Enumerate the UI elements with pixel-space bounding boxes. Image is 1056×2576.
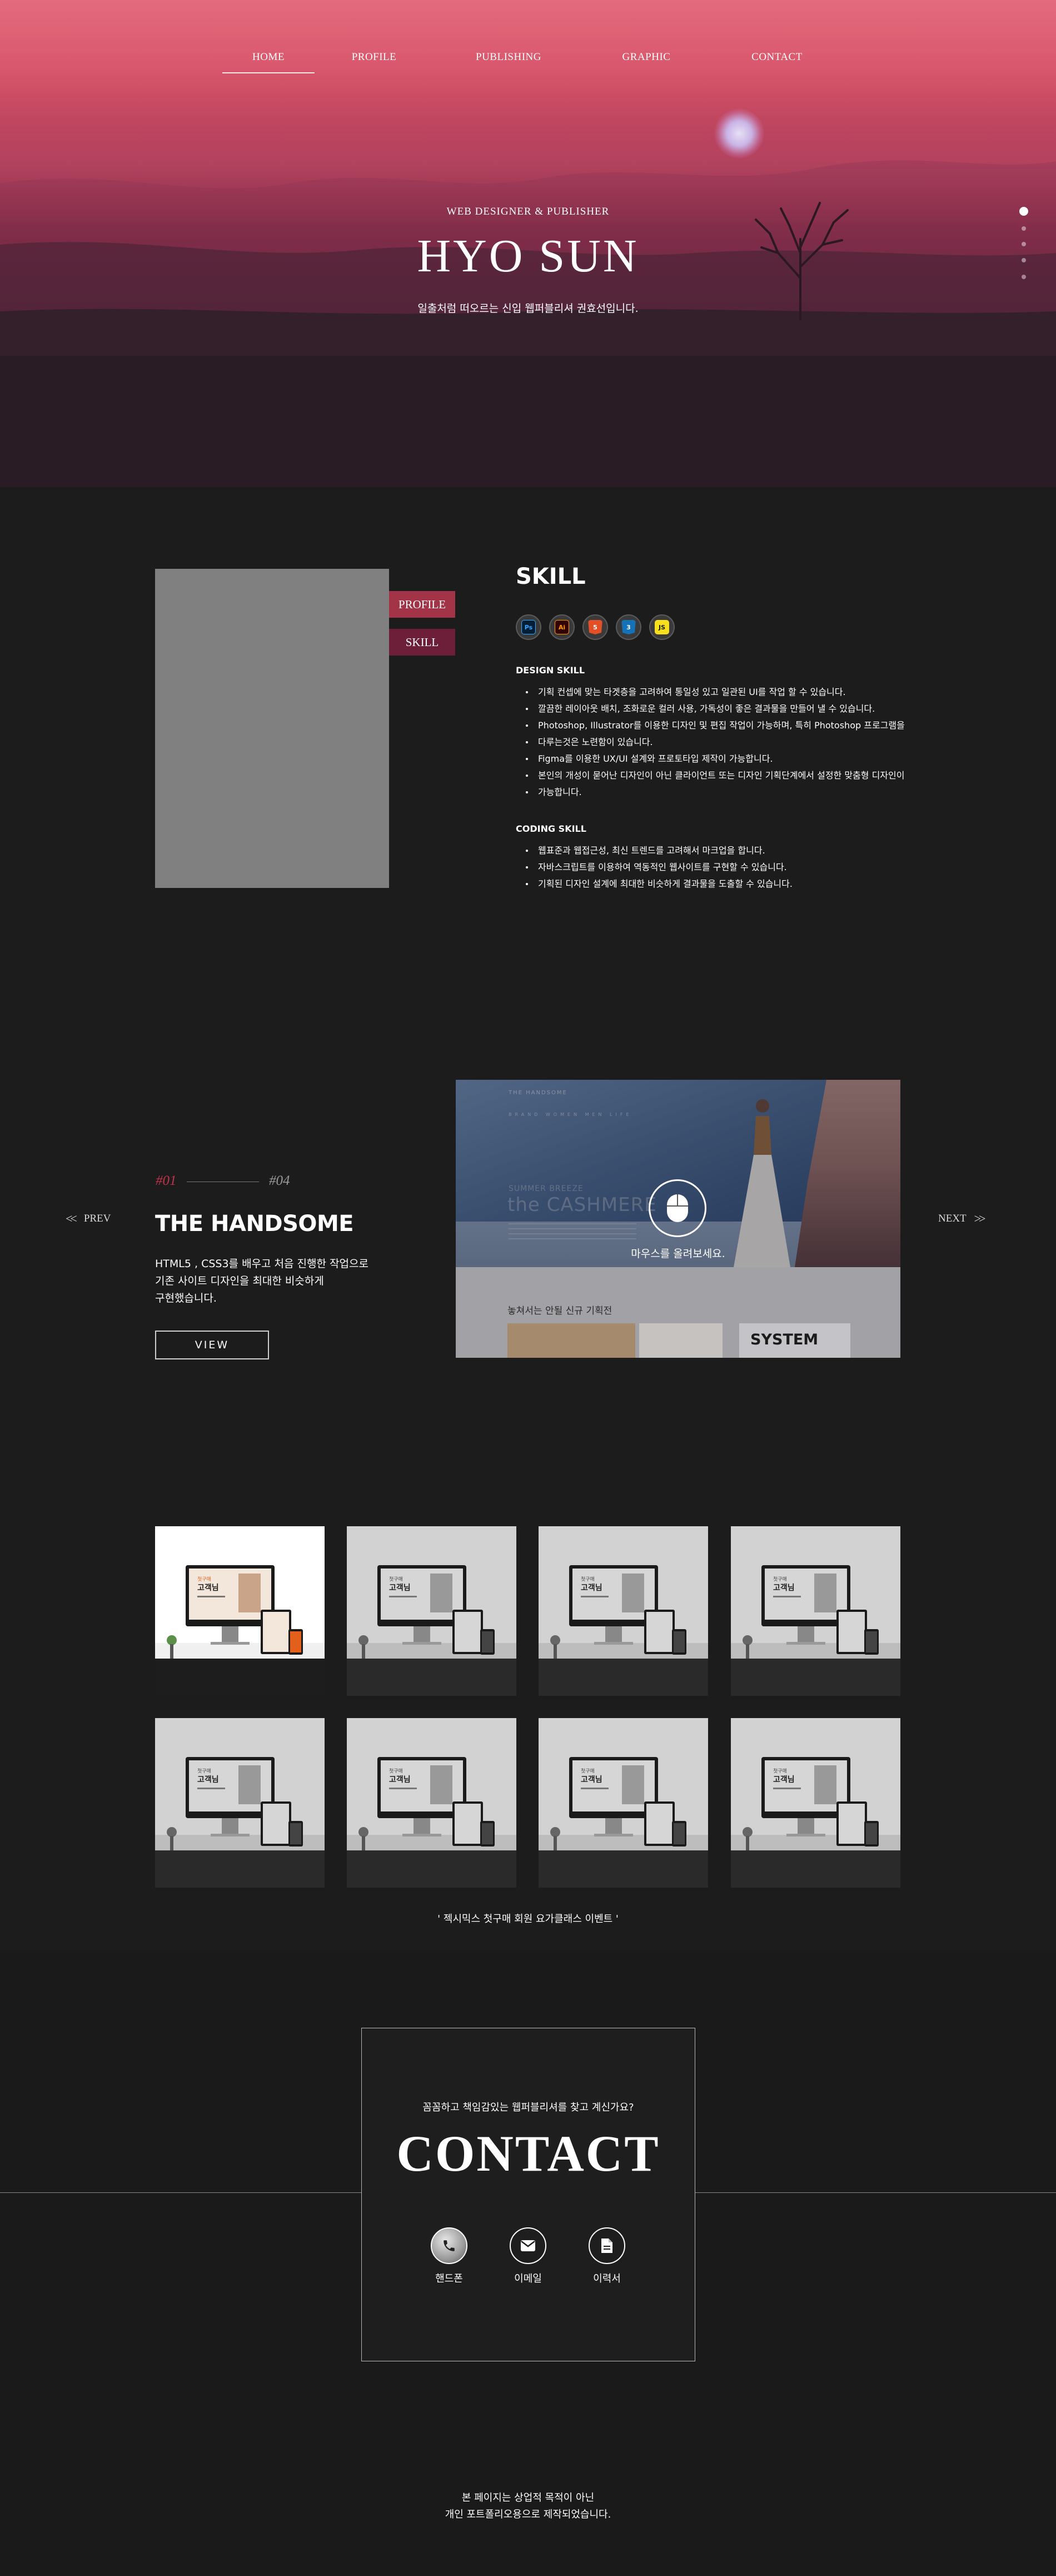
phone-icon [431,2227,467,2264]
svg-text:첫구매: 첫구매 [773,1768,787,1774]
section-dot[interactable] [1022,258,1026,262]
gallery-thumbnail[interactable]: 첫구매 고객님 [731,1526,900,1696]
list-item: Photoshop, Illustrator를 이용한 디자인 및 편집 작업이… [526,717,905,734]
list-item: 기획된 디자인 설계에 최대한 비슷하게 결과물을 도출할 수 있습니다. [526,876,793,892]
hero-title: HYO SUN [417,230,639,282]
scroll-hint-text: 마우스를 올려보세요. [631,1248,725,1260]
section-dot[interactable] [1022,275,1026,279]
nav-item-graphic[interactable]: GRAPHIC [617,51,676,73]
svg-text:고객님: 고객님 [389,1775,411,1784]
scroll-hint-circle [649,1179,706,1237]
list-item: 기획 컨셉에 맞는 타겟층을 고려하여 통일성 있고 일관된 UI를 작업 할 … [526,684,905,701]
list-item: Figma를 이용한 UX/UI 설계와 프로토타입 제작이 가능합니다. [526,751,905,767]
svg-text:첫구매: 첫구매 [389,1768,403,1774]
nav-item-publishing[interactable]: PUBLISHING [467,51,550,73]
chevron-left-icon: << [66,1212,77,1225]
section-dot[interactable] [1022,242,1026,246]
svg-text:첫구매: 첫구매 [581,1768,595,1774]
gallery-thumbnail[interactable]: 첫구매 고객님 [731,1718,900,1888]
svg-text:고객님: 고객님 [773,1583,795,1592]
project-current-number: #01 [156,1173,177,1188]
illustrator-icon: Ai [549,614,575,640]
hero-tagline: 일출처럼 떠오르는 신입 웹퍼블리셔 권효선입니다. [417,302,639,315]
javascript-icon: JS [649,614,675,640]
gallery-thumbnail[interactable]: 첫구매 고객님 [539,1718,708,1888]
preview-card [507,1323,635,1358]
design-skill-list: 기획 컨셉에 맞는 타겟층을 고려하여 통일성 있고 일관된 UI를 작업 할 … [526,684,905,801]
list-item: 본인의 개성이 묻어난 디자인이 아닌 클라이언트 또는 디자인 기획단계에서 … [526,767,905,784]
mouse-icon [667,1194,688,1222]
prev-button[interactable]: << PREV [62,1210,111,1227]
skill-title: SKILL [516,564,586,589]
svg-text:첫구매: 첫구매 [773,1576,787,1582]
contact-box [361,2028,695,2361]
list-item: 깔끔한 레이아웃 배치, 조화로운 컬러 사용, 가독성이 좋은 결과물을 만들… [526,701,905,717]
svg-text:고객님: 고객님 [581,1583,602,1592]
preview-system-label: SYSTEM [739,1323,850,1358]
gallery-thumbnail[interactable]: 첫구매 고객님 [155,1526,325,1696]
tab-skill[interactable]: SKILL [389,629,455,656]
nav-item-profile[interactable]: PROFILE [345,51,404,73]
section-dot[interactable] [1019,207,1028,216]
svg-text:첫구매: 첫구매 [197,1576,211,1582]
section-indicator [1019,207,1030,285]
css3-icon: 3 [616,614,641,640]
contact-phone[interactable]: 핸드폰 [421,2227,477,2285]
section-dot[interactable] [1022,226,1026,231]
project-total-number: #04 [269,1173,290,1188]
nav-item-contact[interactable]: CONTACT [745,51,809,73]
contact-email[interactable]: 이메일 [500,2227,556,2285]
gallery-thumbnail[interactable]: 첫구매 고객님 [347,1526,516,1696]
project-description: HTML5 , CSS3를 배우고 처음 진행한 작업으로 기존 사이트 디자인… [155,1258,368,1304]
svg-text:고객님: 고객님 [773,1775,795,1784]
svg-text:고객님: 고객님 [389,1583,411,1592]
main-nav: HOME PROFILE PUBLISHING GRAPHIC CONTACT [0,51,1056,73]
html5-icon: 5 [582,614,608,640]
tab-profile[interactable]: PROFILE [389,591,455,618]
design-skill-heading: DESIGN SKILL [516,665,585,676]
preview-section-title: 놓쳐서는 안될 신규 기획전 [507,1306,612,1317]
contact-resume[interactable]: 이력서 [579,2227,635,2285]
svg-text:고객님: 고객님 [197,1583,219,1592]
profile-photo-placeholder [155,569,389,888]
svg-text:첫구매: 첫구매 [197,1768,211,1774]
list-item: 다루는것은 노련함이 있습니다. [526,734,905,751]
view-button[interactable]: VIEW [155,1331,269,1359]
svg-text:고객님: 고객님 [581,1775,602,1784]
list-item: 가능합니다. [526,784,905,801]
coding-skill-list: 웹표준과 웹접근성, 최신 트렌드를 고려해서 마크업을 합니다. 자바스크립트… [526,842,793,892]
nav-item-home[interactable]: HOME [222,51,315,73]
svg-text:첫구매: 첫구매 [389,1576,403,1582]
chevron-right-icon: >> [974,1212,986,1225]
hero-subtitle: WEB DESIGNER & PUBLISHER [446,206,610,217]
list-item: 자바스크립트를 이용하여 역동적인 웹사이트를 구현할 수 있습니다. [526,859,793,876]
hero-section: HOME PROFILE PUBLISHING GRAPHIC CONTACT … [0,0,1056,487]
svg-text:첫구매: 첫구매 [581,1576,595,1582]
contact-question: 꼼꼼하고 책임감있는 웹퍼블리셔를 찾고 계신가요? [422,2102,634,2113]
next-button[interactable]: NEXT >> [938,1210,987,1227]
gallery-thumbnail[interactable]: 첫구매 고객님 [347,1718,516,1888]
footer-note: 본 페이지는 상업적 목적이 아닌 개인 포트폴리오용으로 제작되었습니다. [445,2492,611,2520]
list-item: 웹표준과 웹접근성, 최신 트렌드를 고려해서 마크업을 합니다. [526,842,793,859]
preview-card [639,1323,723,1358]
document-icon [589,2227,625,2264]
mail-icon [510,2227,546,2264]
photoshop-icon: Ps [516,614,541,640]
svg-text:고객님: 고객님 [197,1775,219,1784]
gallery-thumbnail[interactable]: 첫구매 고객님 [539,1526,708,1696]
gallery-thumbnail[interactable]: 첫구매 고객님 [155,1718,325,1888]
coding-skill-heading: CODING SKILL [516,823,586,834]
gallery-caption: ' 젝시믹스 첫구매 회원 요가클래스 이벤트 ' [437,1913,619,1925]
project-title: THE HANDSOME [155,1211,354,1237]
contact-title: CONTACT [396,2125,660,2182]
